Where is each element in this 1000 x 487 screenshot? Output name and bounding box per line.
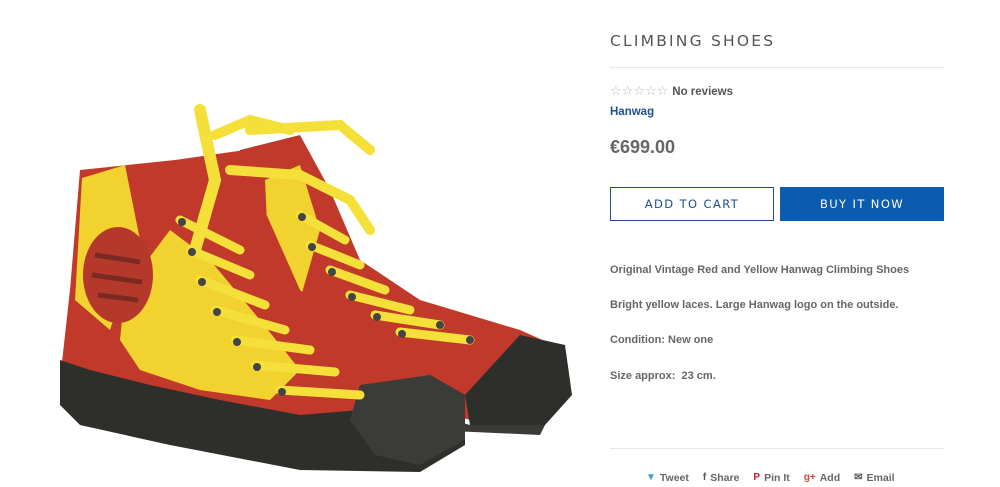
share-twitter-button[interactable]: ▼ Tweet <box>646 472 689 484</box>
facebook-icon: f <box>702 472 707 483</box>
share-label: Email <box>866 472 895 484</box>
vendor-link[interactable]: Hanwag <box>610 106 654 118</box>
description-line: Bright yellow laces. Large Hanwag logo o… <box>610 299 899 311</box>
share-pinterest-button[interactable]: P Pin It <box>753 472 789 484</box>
twitter-icon: ▼ <box>646 472 656 483</box>
share-google-plus-button[interactable]: g+ Add <box>804 472 840 484</box>
product-price: €699.00 <box>610 137 676 157</box>
rating-row[interactable]: ☆ ☆ ☆ ☆ ☆ No reviews <box>610 85 733 98</box>
star-empty-icon: ☆ <box>644 84 657 99</box>
product-image[interactable] <box>0 0 590 487</box>
climbing-shoes-photo <box>60 104 572 472</box>
star-empty-icon: ☆ <box>621 84 634 99</box>
share-bar: ▼ Tweet f Share P Pin It g+ Add ✉ Email <box>646 472 895 484</box>
google-plus-icon: g+ <box>803 472 816 483</box>
share-email-button[interactable]: ✉ Email <box>854 472 894 484</box>
share-label: Tweet <box>659 472 689 484</box>
add-to-cart-button[interactable]: ADD TO CART <box>610 187 774 221</box>
share-label: Share <box>710 472 740 484</box>
star-empty-icon: ☆ <box>633 84 645 99</box>
description-line: Size approx: 23 cm. <box>610 370 716 382</box>
buy-it-now-button[interactable]: BUY IT NOW <box>780 187 944 221</box>
rating-stars: ☆ ☆ ☆ ☆ ☆ <box>610 85 668 98</box>
reviews-count: No reviews <box>672 85 734 98</box>
pinterest-icon: P <box>753 472 761 483</box>
description-line: Original Vintage Red and Yellow Hanwag C… <box>610 264 910 276</box>
description-line: Condition: New one <box>610 334 714 346</box>
share-facebook-button[interactable]: f Share <box>703 472 740 484</box>
product-title: CLIMBING SHOES <box>610 32 776 50</box>
star-empty-icon: ☆ <box>656 84 669 99</box>
share-label: Add <box>819 472 841 484</box>
email-icon: ✉ <box>854 472 863 483</box>
star-empty-icon: ☆ <box>610 84 622 99</box>
share-label: Pin It <box>764 472 790 484</box>
share-divider <box>610 448 944 449</box>
title-divider <box>610 67 944 68</box>
